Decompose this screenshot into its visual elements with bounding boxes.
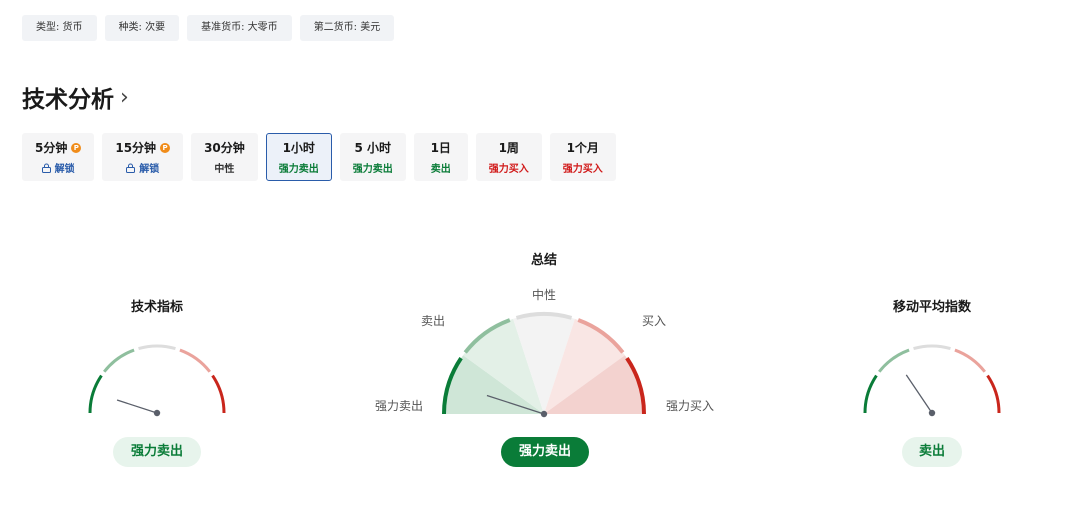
lock-icon	[126, 163, 136, 173]
timeframe-label: 1个月	[567, 139, 599, 156]
gauge-arc-sell	[103, 348, 135, 373]
timeframe-tabs: 5分钟 P 解锁 15分钟 P 解锁 30分钟 中性 1小时 强力卖出 5 小时 强力卖出 1日 卖出 1周…	[22, 133, 616, 181]
indicators-gauge-title: 技术指标	[130, 300, 183, 315]
timeframe-label-text: 1周	[498, 141, 519, 155]
timeframe-status-text: 强力卖出	[352, 164, 393, 175]
timeframe-tab[interactable]: 5分钟 P 解锁	[22, 133, 95, 181]
timeframe-status-text: 中性	[214, 164, 235, 175]
gauge-arc-strong-buy	[986, 374, 1001, 414]
technical-analysis-link[interactable]: 技术分析 ›	[22, 80, 129, 114]
tag-category: 种类: 次要	[104, 15, 180, 41]
timeframe-status: 强力买入	[563, 160, 603, 175]
timeframe-label: 15分钟 P	[115, 139, 171, 156]
timeframe-status: 强力买入	[489, 160, 529, 175]
timeframe-status-text: 解锁	[139, 164, 160, 175]
gauge-arc-strong-sell	[863, 374, 878, 414]
pro-icon: P	[160, 142, 171, 153]
timeframe-label: 1小时	[283, 139, 315, 156]
timeframe-label: 1周	[499, 139, 519, 156]
gauge-arc-strong-sell	[88, 374, 103, 414]
moving-averages-gauge-title: 移动平均指数	[892, 300, 971, 315]
indicators-gauge	[88, 344, 226, 417]
summary-gauge-title: 总结	[530, 253, 557, 268]
timeframe-status-text: 卖出	[430, 164, 451, 175]
timeframe-status: 中性	[214, 160, 234, 175]
tag-second-currency: 第二货币: 美元	[299, 15, 395, 41]
gauge-pivot	[540, 410, 548, 418]
timeframe-label-text: 30分钟	[204, 141, 245, 155]
timeframe-status-text: 强力卖出	[278, 164, 319, 175]
timeframe-status-text: 强力买入	[562, 164, 603, 175]
summary-gauge	[442, 312, 646, 418]
timeframe-tab[interactable]: 30分钟中性	[191, 133, 258, 181]
gauge-arc-buy	[179, 348, 211, 373]
pro-icon: P	[71, 142, 82, 153]
gauge-arc-sell	[878, 348, 910, 373]
timeframe-status: 解锁	[126, 160, 159, 175]
tag-type: 类型: 货币	[22, 15, 97, 41]
moving-averages-gauge	[863, 344, 1001, 417]
timeframe-label-text: 1小时	[282, 141, 315, 155]
summary-result-badge: 强力卖出	[501, 437, 589, 467]
timeframe-label-text: 1日	[430, 141, 451, 155]
timeframe-tab[interactable]: 1周强力买入	[475, 133, 542, 181]
timeframe-tab[interactable]: 5 小时强力卖出	[339, 133, 406, 181]
gauge-label-neutral: 中性	[532, 288, 557, 302]
timeframe-label: 5 小时	[355, 139, 392, 156]
lock-icon	[41, 163, 51, 173]
moving-averages-result-badge: 卖出	[902, 437, 962, 467]
gauge-label-strong-sell: 强力卖出	[375, 399, 424, 413]
gauge-label-strong-buy: 强力买入	[666, 399, 715, 413]
timeframe-status-text: 解锁	[54, 164, 75, 175]
timeframe-tab[interactable]: 1日卖出	[413, 133, 468, 181]
gauge-needle	[905, 374, 933, 414]
timeframe-status: 强力卖出	[353, 160, 393, 175]
timeframe-tab[interactable]: 1个月强力买入	[549, 133, 616, 181]
indicators-result-badge: 强力卖出	[113, 437, 201, 467]
timeframe-status: 强力卖出	[279, 160, 319, 175]
timeframe-label-text: 5 小时	[354, 141, 392, 155]
timeframe-label-text: 1个月	[566, 141, 599, 155]
timeframe-label-text: 5分钟	[35, 141, 68, 155]
gauge-arc-strong-buy	[211, 374, 226, 414]
gauge-arc-neutral	[913, 344, 951, 351]
tag-base-currency: 基准货币: 大零币	[187, 15, 292, 41]
timeframe-label-text: 15分钟	[115, 141, 157, 155]
gauge-needle	[116, 399, 158, 414]
timeframe-tab[interactable]: 1小时强力卖出	[265, 133, 332, 181]
gauge-arc-buy	[954, 348, 986, 373]
gauge-pivot	[153, 409, 161, 417]
timeframe-label: 30分钟	[204, 139, 245, 156]
chevron-right-icon: ›	[120, 84, 129, 110]
timeframe-label: 1日	[431, 139, 451, 156]
gauge-arc-neutral	[138, 344, 176, 351]
timeframe-status: 卖出	[431, 160, 451, 175]
timeframe-tab[interactable]: 15分钟 P 解锁	[102, 133, 184, 181]
instrument-tags: 类型: 货币 种类: 次要 基准货币: 大零币 第二货币: 美元	[22, 15, 395, 41]
timeframe-status-text: 强力买入	[488, 164, 529, 175]
timeframe-label: 5分钟 P	[35, 139, 82, 156]
gauge-pivot	[928, 409, 936, 417]
timeframe-status: 解锁	[41, 160, 75, 175]
page-title: 技术分析	[22, 87, 114, 113]
